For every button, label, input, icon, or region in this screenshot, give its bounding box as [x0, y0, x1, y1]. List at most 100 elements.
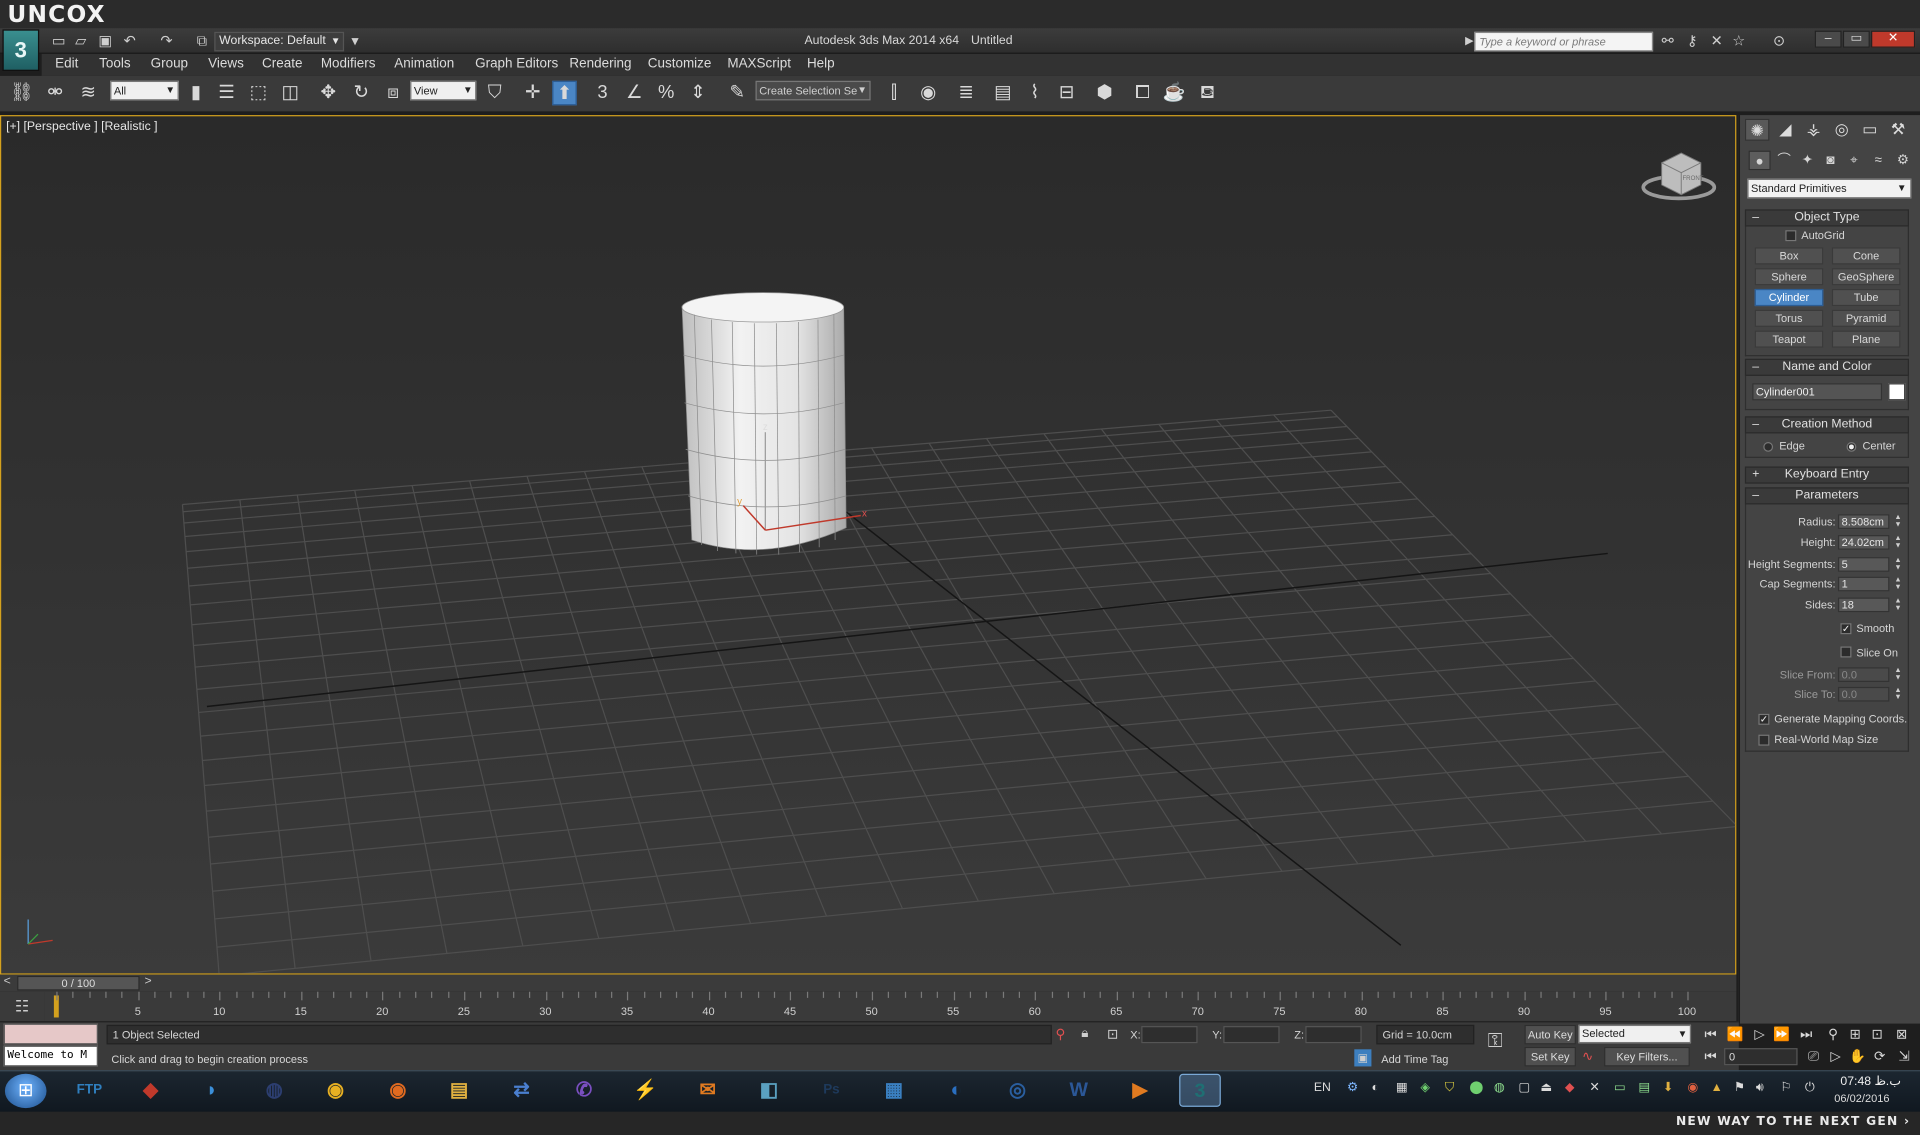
new-file-icon[interactable]: ▭	[49, 32, 69, 50]
menu-edit[interactable]: Edit	[55, 56, 78, 71]
center-radio[interactable]	[1846, 442, 1857, 452]
height-segments-spinner[interactable]: 5	[1837, 557, 1890, 572]
schematic-view-icon[interactable]: ⊟	[1054, 81, 1078, 105]
zoom-extents-all-icon[interactable]: ⊠	[1891, 1025, 1913, 1045]
slice-to-spinner[interactable]: 0.0	[1837, 686, 1890, 702]
torus-button[interactable]: Torus	[1754, 309, 1824, 327]
favorites-star-icon[interactable]: ☆	[1729, 32, 1749, 50]
mirror-icon[interactable]: ⫿	[882, 81, 906, 105]
perspective-viewport[interactable]: [+] [Perspective ] [Realistic ] z y x FR…	[0, 115, 1737, 975]
window-crossing-icon[interactable]: ◫	[278, 81, 302, 105]
time-slider[interactable]: < 0 / 100 >	[0, 974, 1737, 992]
set-key-mode-key-icon[interactable]: ⚿	[1488, 1031, 1503, 1053]
tray-sync-icon[interactable]: ◈	[1420, 1081, 1429, 1094]
open-file-icon[interactable]: ▱	[71, 32, 91, 50]
previous-frame-icon[interactable]: ⏪	[1724, 1025, 1746, 1045]
taskbar-app-icon[interactable]: ◆	[130, 1074, 172, 1107]
reference-coord-dropdown[interactable]: View ▼	[410, 80, 477, 101]
plane-button[interactable]: Plane	[1831, 330, 1901, 348]
render-setup-icon[interactable]: ⧠	[1130, 81, 1154, 105]
taskbar-eclipse-icon[interactable]: ◍	[253, 1074, 295, 1107]
go-to-start-icon[interactable]: ⏮	[1700, 1025, 1722, 1045]
edge-radio[interactable]	[1763, 442, 1774, 452]
go-to-end-icon[interactable]: ⏭	[1795, 1025, 1817, 1045]
tray-device-icon[interactable]: ▢	[1518, 1081, 1530, 1094]
percent-snap-icon[interactable]: %	[654, 81, 678, 105]
save-icon[interactable]: ▣	[96, 32, 116, 50]
menu-tools[interactable]: Tools	[99, 56, 130, 71]
taskbar-screen-icon[interactable]: ▦	[873, 1074, 915, 1107]
snaps-toggle-icon[interactable]: 3	[590, 81, 614, 105]
set-key-button[interactable]: Set Key	[1524, 1046, 1576, 1067]
teapot-button[interactable]: Teapot	[1754, 330, 1824, 348]
menu-create[interactable]: Create	[262, 56, 302, 71]
systems-icon[interactable]: ⚙	[1892, 151, 1914, 171]
taskbar-w-icon[interactable]: W	[1058, 1074, 1100, 1107]
object-type-rollout-header[interactable]: – Object Type	[1744, 209, 1909, 227]
scene-explorer-icon[interactable]: ▤	[991, 81, 1015, 105]
radius-spinner[interactable]: 8.508cm	[1837, 514, 1890, 529]
menu-animation[interactable]: Animation	[394, 56, 454, 71]
taskbar-ftp-icon[interactable]: FTP	[69, 1074, 111, 1107]
taskbar-viber-icon[interactable]: ✆	[563, 1074, 605, 1107]
rotate-icon[interactable]: ↻	[349, 81, 373, 105]
select-object-icon[interactable]: ▮	[184, 81, 208, 105]
link-icon[interactable]: ⛓	[10, 81, 34, 105]
menu-rendering[interactable]: Rendering	[569, 56, 631, 71]
prev-frame-arrow-icon[interactable]: <	[4, 975, 11, 988]
isolate-selection-icon[interactable]: ⚲	[1056, 1026, 1066, 1042]
play-icon[interactable]: ▷	[1749, 1025, 1771, 1045]
tray-shield-icon[interactable]: ⛉	[1445, 1081, 1454, 1094]
menu-help[interactable]: Help	[807, 56, 835, 71]
menu-modifiers[interactable]: Modifiers	[321, 56, 376, 71]
current-frame-field[interactable]: 0	[1724, 1048, 1798, 1066]
tray-usb-icon[interactable]: ⏏	[1540, 1081, 1552, 1094]
tray-network-icon[interactable]: ⚙	[1347, 1081, 1358, 1094]
language-indicator[interactable]: EN	[1314, 1081, 1331, 1094]
scale-icon[interactable]: ⧈	[381, 81, 405, 105]
key-icon[interactable]: ⚷	[1682, 32, 1702, 50]
motion-panel-tab-icon[interactable]: ◎	[1829, 119, 1853, 141]
z-coord-field[interactable]	[1305, 1026, 1362, 1044]
next-frame-icon[interactable]: ⏩	[1771, 1025, 1793, 1045]
angle-snap-icon[interactable]: ∠	[622, 81, 646, 105]
time-slider-thumb[interactable]: 0 / 100	[17, 975, 140, 991]
undo-icon[interactable]: ↶	[120, 32, 140, 50]
spinner-snap-icon[interactable]: ⇕	[686, 81, 710, 105]
display-panel-tab-icon[interactable]: ▭	[1858, 119, 1882, 141]
tray-battery-icon[interactable]: ▭	[1614, 1081, 1626, 1094]
start-button-icon[interactable]: ⊞	[4, 1073, 47, 1109]
maximize-viewport-icon[interactable]: ⇲	[1893, 1047, 1915, 1067]
primitive-category-dropdown[interactable]: Standard Primitives ▼	[1747, 178, 1912, 199]
tray-flag-icon[interactable]: ⚑	[1734, 1081, 1745, 1094]
key-mode-toggle-icon[interactable]: ⏮	[1700, 1047, 1722, 1067]
field-of-view-icon[interactable]: ▷	[1825, 1047, 1847, 1067]
geosphere-button[interactable]: GeoSphere	[1831, 268, 1901, 286]
taskbar-web-icon[interactable]: ◗	[191, 1074, 233, 1107]
track-bar[interactable]: 5 10 15 20 25 30 35 40 45 50 55 60 65 70 75 80 85 90 95 100	[44, 991, 1737, 1022]
selection-filter-dropdown[interactable]: All ▼	[110, 80, 179, 101]
shapes-icon[interactable]: ⌒	[1773, 151, 1795, 171]
tray-action-center-icon[interactable]: ⚐	[1780, 1081, 1791, 1094]
modify-panel-tab-icon[interactable]: ◢	[1773, 119, 1797, 141]
taskbar-edge-icon[interactable]: ◐	[936, 1074, 978, 1107]
menu-graph-editors[interactable]: Graph Editors	[475, 56, 558, 71]
geometry-icon[interactable]: ●	[1748, 150, 1771, 171]
slice-to-arrows-icon[interactable]: ▲ ▼	[1894, 687, 1901, 702]
tray-volume-icon[interactable]: 🔊︎	[1756, 1081, 1764, 1094]
zoom-all-icon[interactable]: ⊞	[1844, 1025, 1866, 1045]
tray-alert-icon[interactable]: ▲	[1711, 1081, 1723, 1094]
sphere-button[interactable]: Sphere	[1754, 268, 1824, 286]
creation-method-rollout-header[interactable]: – Creation Method	[1744, 416, 1909, 434]
binoculars-icon[interactable]: ⚯	[1658, 32, 1678, 50]
box-button[interactable]: Box	[1754, 247, 1824, 265]
layer-manager-icon[interactable]: ≣	[954, 81, 978, 105]
absolute-relative-icon[interactable]: ⊡	[1107, 1026, 1118, 1042]
parameters-rollout-header[interactable]: – Parameters	[1744, 487, 1909, 505]
cap-segments-arrows-icon[interactable]: ▲ ▼	[1894, 577, 1901, 592]
move-icon[interactable]: ✥	[316, 81, 340, 105]
clock-date[interactable]: 06/02/2016	[1834, 1092, 1889, 1104]
bind-space-warp-icon[interactable]: ≋	[76, 81, 100, 105]
tray-app-icon[interactable]: ◉	[1687, 1081, 1698, 1094]
clock-time[interactable]: 07:48 ب.ظ	[1840, 1075, 1900, 1088]
